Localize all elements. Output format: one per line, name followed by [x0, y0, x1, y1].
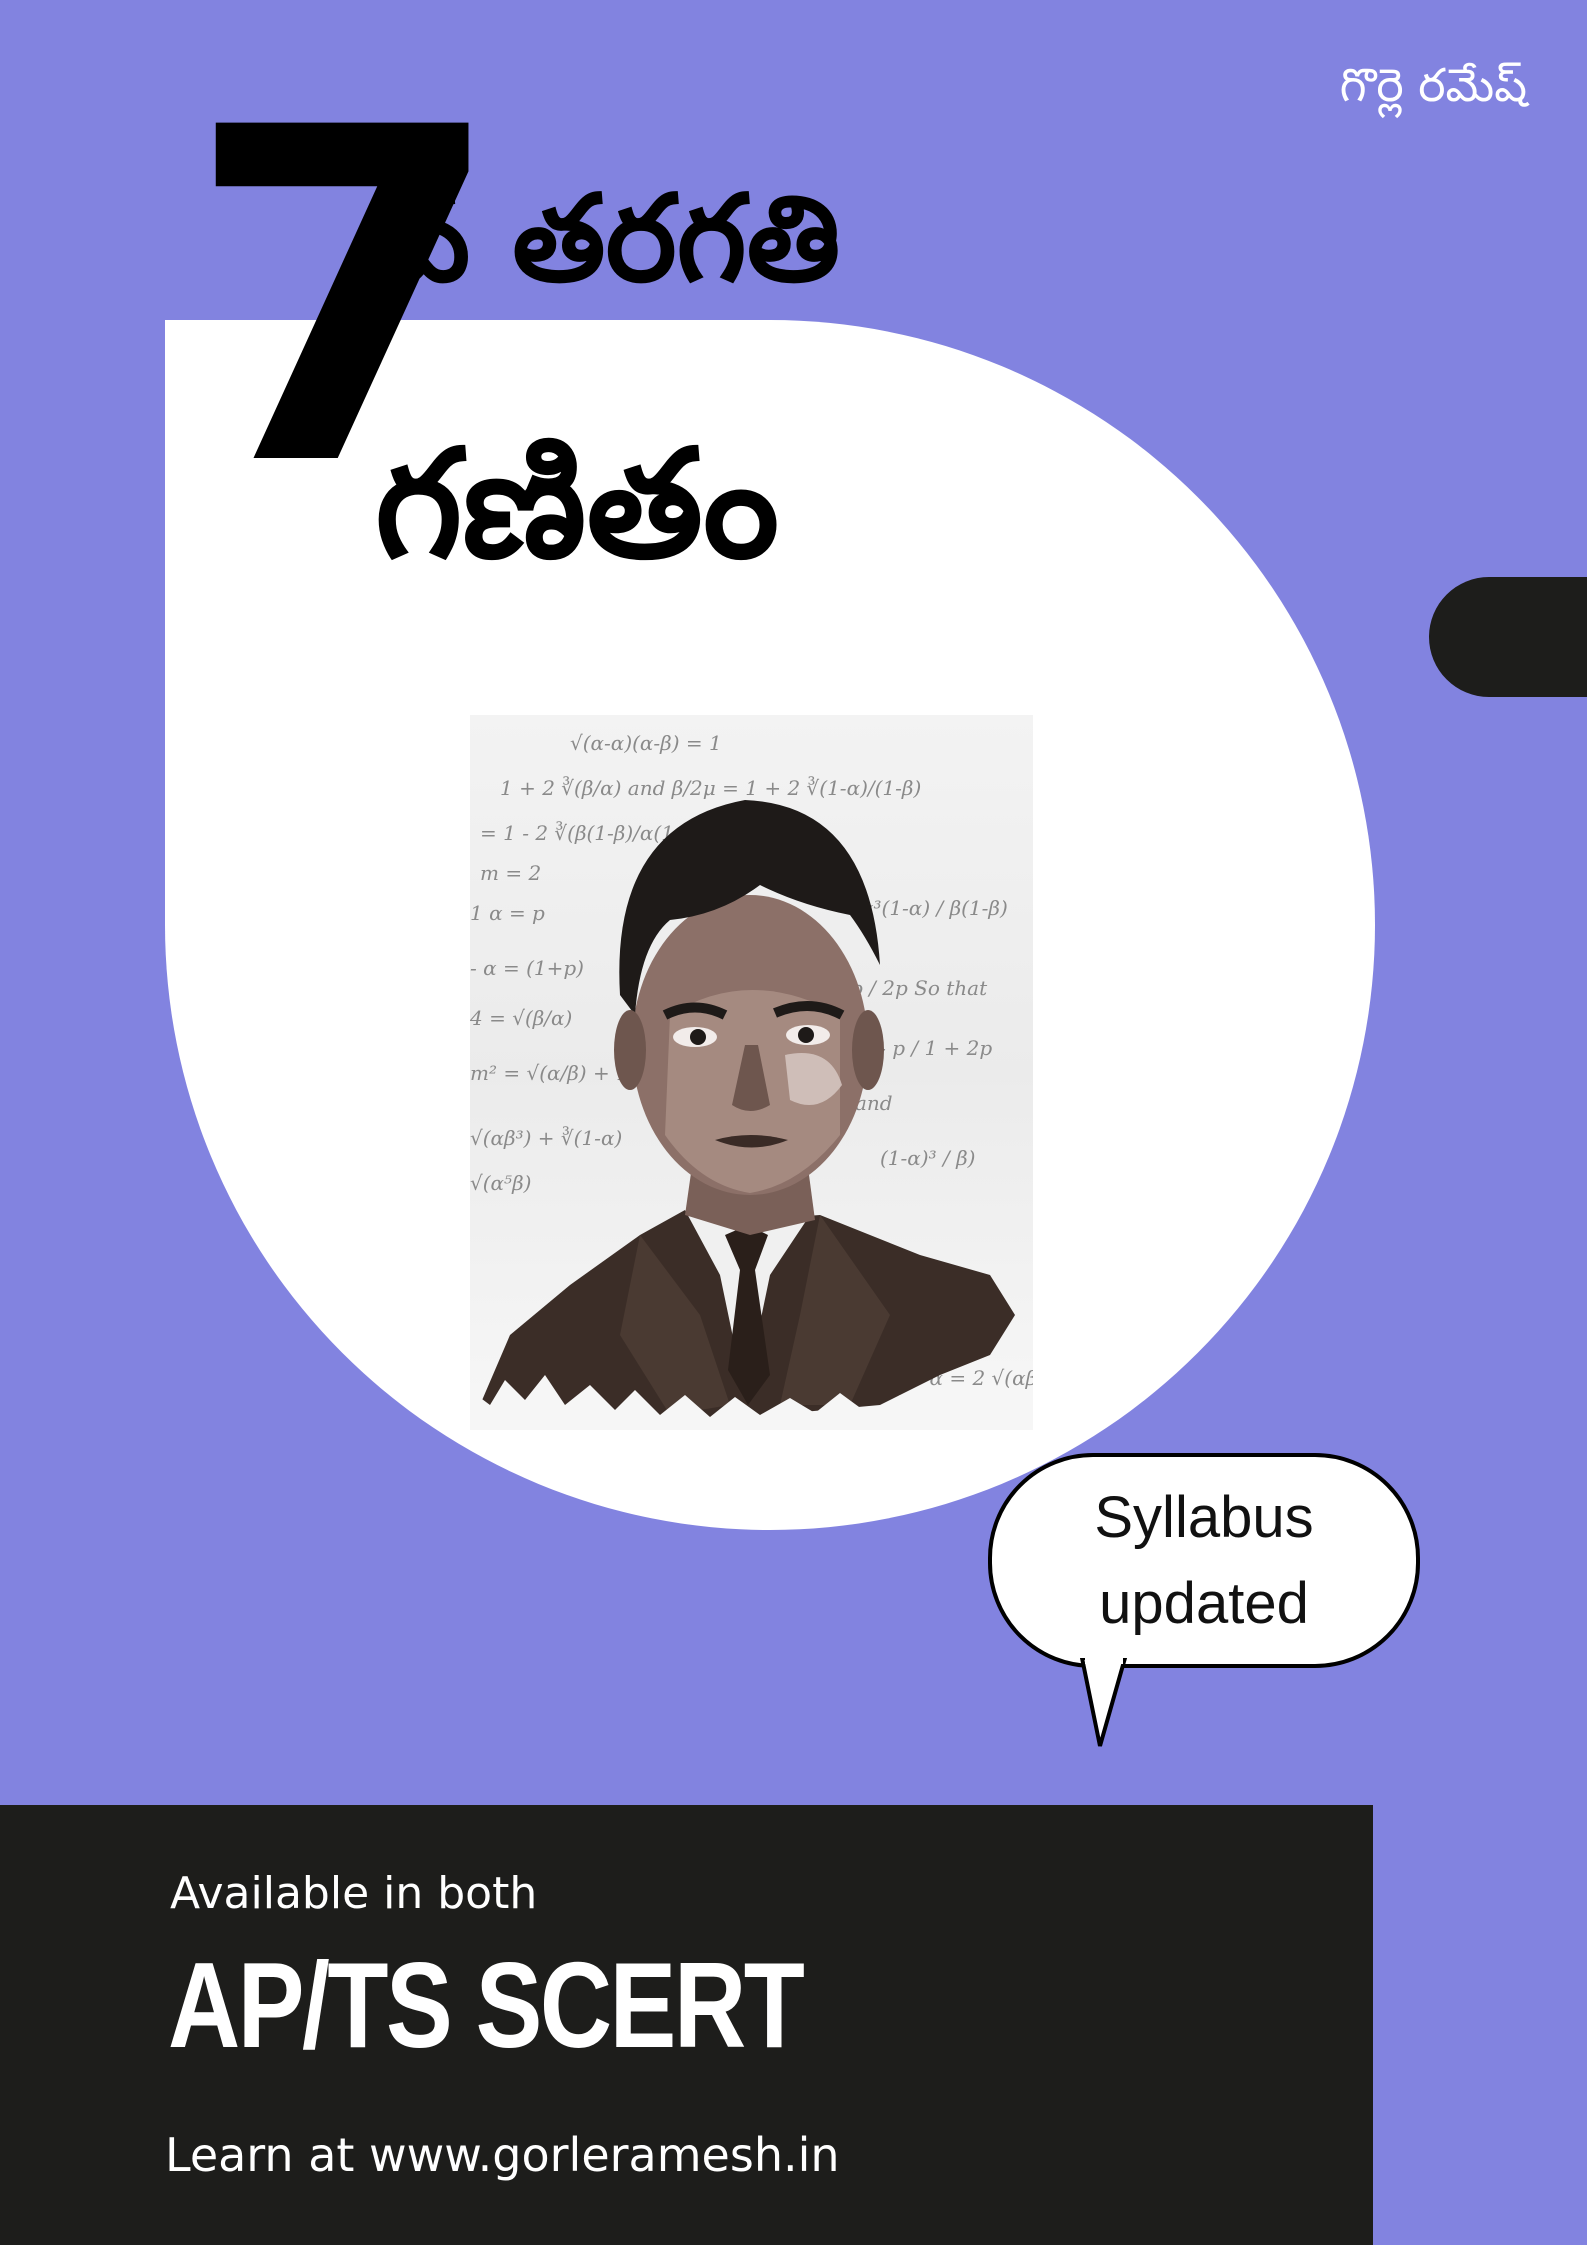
author-name: గొర్లె రమేష్ [1339, 58, 1527, 112]
portrait-image: √(α-α)(α-β) = 1 1 + 2 ∛(β/α) and β/2μ = 1… [470, 715, 1033, 1430]
portrait-illustration: √(α-α)(α-β) = 1 1 + 2 ∛(β/α) and β/2μ = 1… [470, 715, 1033, 1430]
math-formula-text: - α = (1+p) [470, 956, 584, 980]
side-tab [1429, 577, 1587, 697]
math-formula-text: α³(1-α) / β(1-β) [860, 896, 1008, 920]
math-formula-text: m = 2 [480, 861, 541, 885]
math-formula-text: (1-α)³ / β) [880, 1146, 975, 1170]
math-formula-text: 1 α = p [470, 901, 545, 925]
math-formula-text: √(α⁵β) [470, 1171, 531, 1195]
available-text: Available in both [170, 1868, 538, 1919]
math-formula-text: √(αβ³) + ∛(1-α) [470, 1126, 622, 1150]
class-label: వ తరగతి [385, 170, 841, 309]
website-link[interactable]: Learn at www.gorleramesh.in [165, 2128, 840, 2182]
math-formula-text: 1 + 2 ∛(β/α) and β/2μ = 1 + 2 ∛(1-α)/(1-… [500, 776, 921, 800]
math-formula-text: p / 2p So that [850, 976, 988, 1000]
math-formula-text: 4 = √(β/α) [470, 1006, 572, 1030]
subject-title: గణితం [375, 418, 780, 592]
bubble-line-1: Syllabus [1094, 1484, 1314, 1550]
speech-bubble-tail [1080, 1658, 1128, 1747]
math-formula-text: m² = √(α/β) + 1 [470, 1061, 629, 1085]
board-title: AP/TS SCERT [168, 1937, 805, 2073]
bubble-line-2: updated [1099, 1570, 1309, 1636]
speech-bubble: Syllabus updated [988, 1453, 1420, 1668]
math-formula-text: √(α-α)(α-β) = 1 [570, 731, 722, 755]
